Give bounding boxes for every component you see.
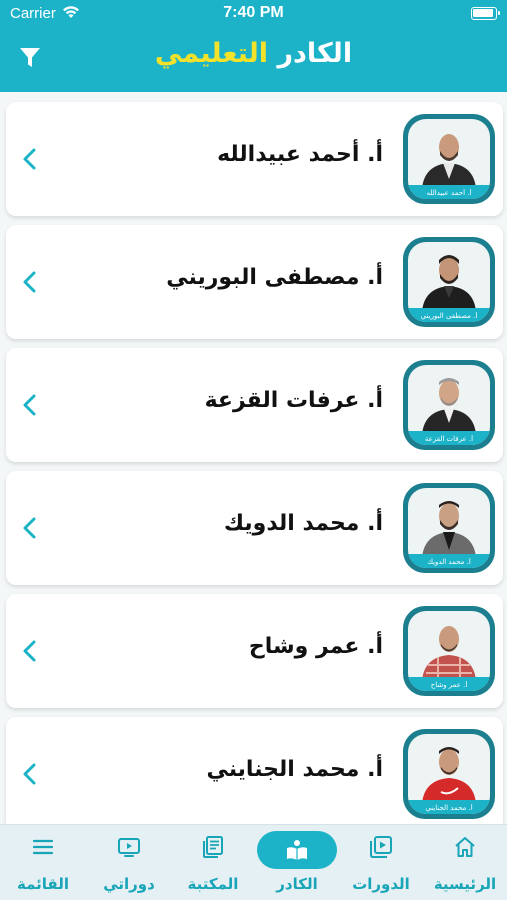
chevron-left-icon — [23, 394, 36, 416]
avatar-caption: أ. محمد الدويك — [427, 558, 471, 566]
avatar-caption: أ. عمر وشاح — [430, 681, 468, 689]
status-bar: Carrier 7:40 PM — [0, 0, 507, 28]
battery-icon — [471, 7, 500, 20]
teacher-avatar: أ. محمد الدويك — [403, 483, 495, 573]
tab-library[interactable]: المكتبة — [171, 825, 255, 900]
menu-icon — [32, 839, 54, 855]
bottom-tab-bar: الرئيسية الدورات الكادر المكتبة دوراتي ا… — [0, 824, 507, 900]
status-time: 7:40 PM — [223, 4, 284, 21]
tab-staff[interactable]: الكادر — [255, 825, 339, 900]
tab-menu-label: القائمة — [17, 875, 69, 893]
teacher-icon — [287, 840, 307, 860]
app-header: Carrier 7:40 PM الكادر التعليمي — [0, 0, 507, 92]
teacher-card[interactable]: أ. محمد الدويك أ. محمد الدويك — [6, 471, 503, 585]
teacher-name: أ. محمد الجنايني — [206, 757, 383, 782]
teacher-list[interactable]: أ. أحمد عبيدالله أ. أحمد عبيدالله أ. مصط… — [0, 92, 507, 824]
teacher-card[interactable]: أ. أحمد عبيدالله أ. أحمد عبيدالله — [6, 102, 503, 216]
tab-my-courses-label: دوراتي — [103, 875, 155, 893]
teacher-card[interactable]: أ. عرفات القزعة أ. عرفات القزعة — [6, 348, 503, 462]
teacher-name: أ. أحمد عبيدالله — [217, 142, 383, 167]
tab-library-label: المكتبة — [187, 875, 239, 893]
page-title-part1: الكادر — [277, 38, 353, 69]
tv-icon — [118, 838, 140, 857]
teacher-name: أ. محمد الدويك — [223, 511, 383, 536]
tab-home[interactable]: الرئيسية — [423, 825, 507, 900]
teacher-avatar: أ. عمر وشاح — [403, 606, 495, 696]
chevron-left-icon — [23, 640, 36, 662]
page-title: الكادر التعليمي — [0, 38, 507, 69]
tab-home-label: الرئيسية — [433, 875, 497, 893]
tab-menu[interactable]: القائمة — [1, 825, 85, 900]
chevron-left-icon — [23, 517, 36, 539]
teacher-avatar: أ. أحمد عبيدالله — [403, 114, 495, 204]
tab-staff-label: الكادر — [276, 875, 318, 893]
avatar-caption: أ. أحمد عبيدالله — [426, 189, 472, 197]
tab-courses-label: الدورات — [352, 875, 410, 893]
teacher-name: أ. عمر وشاح — [248, 634, 383, 659]
teacher-card[interactable]: أ. عمر وشاح أ. عمر وشاح — [6, 594, 503, 708]
avatar-caption: أ. محمد الجنايني — [425, 804, 473, 812]
teacher-avatar: أ. عرفات القزعة — [403, 360, 495, 450]
tab-my-courses[interactable]: دوراتي — [87, 825, 171, 900]
tab-courses[interactable]: الدورات — [339, 825, 423, 900]
teacher-avatar: أ. مصطفى البوريني — [403, 237, 495, 327]
home-icon — [455, 837, 475, 857]
teacher-name: أ. عرفات القزعة — [204, 388, 383, 413]
teacher-name: أ. مصطفى البوريني — [166, 265, 383, 290]
play-library-icon — [370, 836, 392, 858]
chevron-left-icon — [23, 271, 36, 293]
filter-icon[interactable] — [18, 46, 42, 70]
avatar-caption: أ. عرفات القزعة — [424, 435, 474, 443]
teacher-avatar: أ. محمد الجنايني — [403, 729, 495, 819]
avatar-caption: أ. مصطفى البوريني — [420, 312, 478, 320]
chevron-left-icon — [23, 763, 36, 785]
teacher-card[interactable]: أ. محمد الجنايني أ. محمد الجنايني — [6, 717, 503, 824]
teacher-card[interactable]: أ. مصطفى البوريني أ. مصطفى البوريني — [6, 225, 503, 339]
document-icon — [203, 836, 223, 858]
page-title-part2: التعليمي — [154, 38, 269, 69]
chevron-left-icon — [23, 148, 36, 170]
